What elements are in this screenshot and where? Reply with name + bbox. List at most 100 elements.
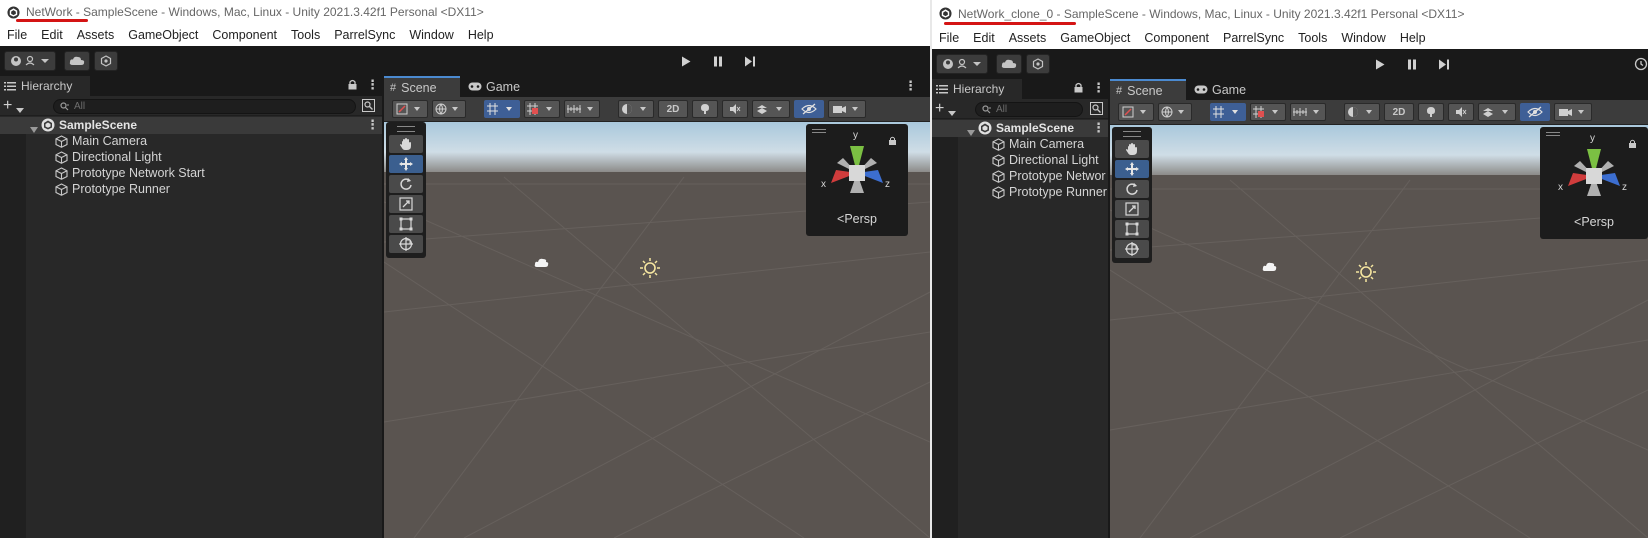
menu-window[interactable]: Window (1334, 31, 1392, 45)
scene-more-options-icon[interactable]: ⋮ (904, 78, 917, 94)
step-button[interactable] (1430, 54, 1458, 74)
rotate-tool-icon[interactable] (389, 175, 423, 193)
pause-button[interactable] (1398, 54, 1426, 74)
camera-settings-dropdown[interactable] (1554, 103, 1592, 121)
menu-edit[interactable]: Edit (34, 28, 70, 42)
add-icon[interactable]: + (3, 98, 12, 114)
expand-arrow-icon[interactable] (967, 125, 975, 139)
scale-tool-icon[interactable] (389, 195, 423, 213)
cloud-icon[interactable] (996, 54, 1022, 74)
menu-file[interactable]: File (0, 28, 34, 42)
hierarchy-item-prototype-runner[interactable]: Prototype Runner (55, 181, 170, 197)
snap-settings-dropdown[interactable] (564, 100, 600, 118)
hierarchy-item-main-camera[interactable]: Main Camera (992, 136, 1084, 152)
gizmo-lock-icon[interactable] (889, 134, 896, 148)
orientation-gizmo[interactable]: y x z <Persp (806, 124, 908, 236)
camera-settings-dropdown[interactable] (828, 100, 866, 118)
play-button[interactable] (1366, 54, 1394, 74)
increment-snap-dropdown[interactable] (524, 100, 560, 118)
collab-icon[interactable] (94, 51, 118, 71)
tab-game[interactable]: Game (462, 76, 526, 97)
hierarchy-item-prototype-runner[interactable]: Prototype Runner (992, 184, 1108, 200)
shading-mode-dropdown[interactable] (618, 100, 654, 118)
tab-game[interactable]: Game (1188, 79, 1252, 100)
grid-snapping-toggle[interactable] (484, 100, 520, 118)
expand-arrow-icon[interactable] (30, 122, 38, 136)
grid-snapping-toggle[interactable] (1210, 103, 1246, 121)
hand-tool-icon[interactable] (389, 135, 423, 153)
more-options-icon[interactable]: ⋮ (1092, 80, 1105, 96)
gizmo-grip[interactable] (1546, 132, 1560, 136)
hierarchy-search-input[interactable]: All (975, 102, 1083, 117)
draw-mode-dropdown[interactable] (392, 100, 428, 118)
collab-icon[interactable] (1026, 54, 1050, 74)
effects-dropdown[interactable] (752, 100, 790, 118)
account-dropdown[interactable] (936, 54, 988, 74)
history-icon[interactable] (1634, 57, 1648, 74)
menu-tools[interactable]: Tools (1291, 31, 1334, 45)
rotate-tool-icon[interactable] (1115, 180, 1149, 198)
effects-dropdown[interactable] (1478, 103, 1516, 121)
tab-scene[interactable]: # Scene (384, 76, 460, 97)
lighting-toggle-icon[interactable] (1418, 103, 1444, 121)
2d-toggle-button[interactable]: 2D (1384, 103, 1414, 121)
gizmo-lock-icon[interactable] (1629, 137, 1636, 151)
menu-edit[interactable]: Edit (966, 31, 1002, 45)
lock-icon[interactable] (348, 79, 357, 93)
hand-tool-icon[interactable] (1115, 140, 1149, 158)
menu-parrelsync[interactable]: ParrelSync (327, 28, 402, 42)
menu-assets[interactable]: Assets (70, 28, 122, 42)
menu-gameobject[interactable]: GameObject (121, 28, 205, 42)
tab-hierarchy[interactable]: Hierarchy (0, 76, 90, 96)
persp-label[interactable]: <Persp (1540, 215, 1648, 229)
axis-gizmo-icon[interactable] (827, 141, 887, 203)
menu-tools[interactable]: Tools (284, 28, 327, 42)
snap-settings-dropdown[interactable] (1290, 103, 1326, 121)
scene-more-icon[interactable]: ⋮ (1092, 120, 1105, 136)
rect-tool-icon[interactable] (1115, 220, 1149, 238)
menu-assets[interactable]: Assets (1002, 31, 1054, 45)
play-button[interactable] (672, 51, 700, 71)
render-mode-dropdown[interactable] (1158, 103, 1192, 121)
scene-more-icon[interactable]: ⋮ (366, 117, 379, 133)
cloud-icon[interactable] (64, 51, 90, 71)
menu-parrelsync[interactable]: ParrelSync (1216, 31, 1291, 45)
camera-gizmo-icon[interactable] (534, 257, 550, 272)
audio-toggle-icon[interactable] (1448, 103, 1474, 121)
hierarchy-item-prototype-network-start[interactable]: Prototype Network Start (55, 165, 205, 181)
hierarchy-search-input[interactable]: All (53, 99, 356, 114)
add-dropdown-arrow-icon[interactable] (948, 105, 956, 119)
scene-row[interactable]: SampleScene ⋮ (0, 117, 382, 134)
menu-component[interactable]: Component (1137, 31, 1216, 45)
search-options-icon[interactable] (362, 99, 375, 115)
account-dropdown[interactable] (4, 51, 56, 71)
axis-gizmo-icon[interactable] (1564, 144, 1624, 206)
scene-row[interactable]: SampleScene ⋮ (932, 120, 1108, 137)
tab-scene[interactable]: # Scene (1110, 79, 1186, 100)
more-options-icon[interactable]: ⋮ (366, 77, 379, 93)
menu-window[interactable]: Window (402, 28, 460, 42)
camera-gizmo-icon[interactable] (1262, 261, 1278, 276)
search-options-icon[interactable] (1090, 102, 1103, 118)
tab-hierarchy[interactable]: Hierarchy (932, 79, 1022, 99)
hierarchy-item-main-camera[interactable]: Main Camera (55, 133, 147, 149)
rect-tool-icon[interactable] (389, 215, 423, 233)
hierarchy-item-prototype-network-start[interactable]: Prototype Networ (992, 168, 1108, 184)
scene-visibility-toggle-icon[interactable] (794, 100, 824, 118)
hierarchy-item-directional-light[interactable]: Directional Light (992, 152, 1099, 168)
menu-help[interactable]: Help (1393, 31, 1433, 45)
move-tool-icon[interactable] (389, 155, 423, 173)
menu-file[interactable]: File (932, 31, 966, 45)
tool-palette-grip[interactable] (397, 126, 415, 132)
directional-light-gizmo-icon[interactable] (639, 257, 661, 282)
increment-snap-dropdown[interactable] (1250, 103, 1286, 121)
hierarchy-item-directional-light[interactable]: Directional Light (55, 149, 162, 165)
transform-tool-icon[interactable] (389, 235, 423, 253)
step-button[interactable] (736, 51, 764, 71)
menu-component[interactable]: Component (205, 28, 284, 42)
lighting-toggle-icon[interactable] (692, 100, 718, 118)
move-tool-icon[interactable] (1115, 160, 1149, 178)
scale-tool-icon[interactable] (1115, 200, 1149, 218)
transform-tool-icon[interactable] (1115, 240, 1149, 258)
2d-toggle-button[interactable]: 2D (658, 100, 688, 118)
